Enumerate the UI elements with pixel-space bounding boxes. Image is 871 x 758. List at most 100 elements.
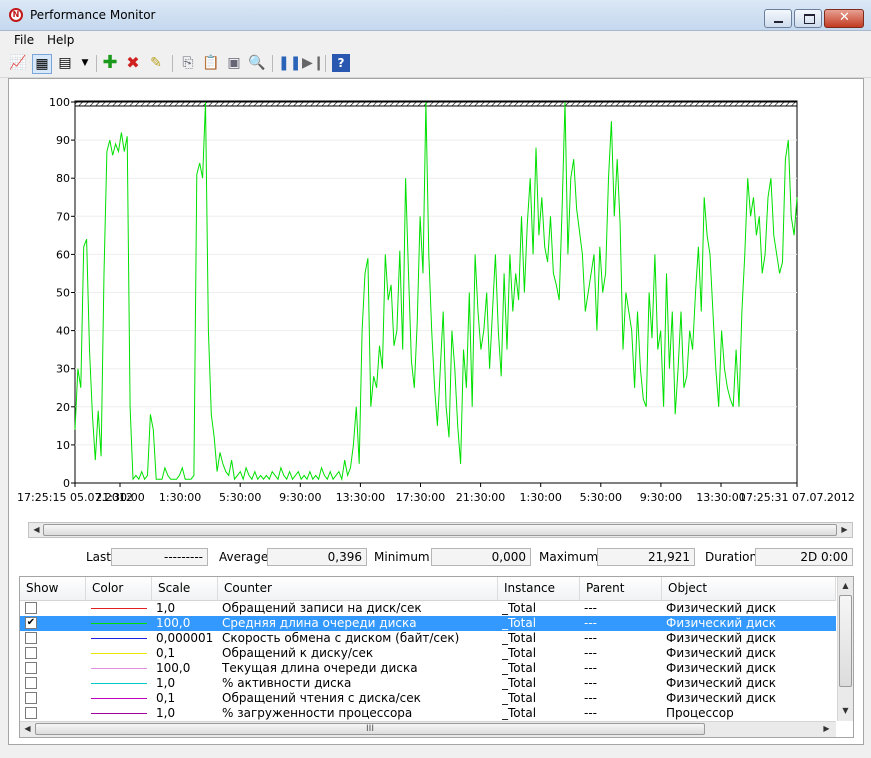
x-tick-label: 21:30:00: [456, 491, 505, 504]
stat-last-value: ---------: [111, 548, 208, 566]
time-scrollbar[interactable]: ◀ ▶: [28, 522, 853, 538]
table-row[interactable]: 0,000001 Скорость обмена с диском (байт/с…: [20, 631, 836, 646]
table-vertical-scrollbar[interactable]: ▲ ▼: [837, 577, 853, 721]
scroll-up-icon[interactable]: ▲: [839, 580, 852, 592]
table-row[interactable]: ✔ 100,0 Средняя длина очереди диска _Total -…: [20, 616, 836, 631]
menu-help[interactable]: Help: [47, 33, 74, 47]
menu-file[interactable]: File: [14, 33, 34, 47]
y-tick-label: 40: [56, 325, 70, 338]
paste-counter-list-icon[interactable]: 📋: [202, 54, 220, 72]
column-object[interactable]: Object: [662, 577, 836, 600]
table-scroll-left-icon[interactable]: ◀: [21, 723, 34, 735]
close-button[interactable]: ✕: [824, 9, 864, 28]
parent-cell: ---: [584, 631, 597, 645]
counter-cell: Средняя длина очереди диска: [222, 616, 417, 630]
y-tick-label: 30: [56, 363, 70, 376]
column-instance[interactable]: Instance: [498, 577, 580, 600]
instance-cell: _Total: [502, 616, 537, 630]
counter-cell: Текущая длина очереди диска: [222, 661, 418, 675]
maximize-button[interactable]: [794, 9, 822, 28]
update-data-icon[interactable]: ▶❙: [302, 54, 325, 72]
stat-average-label: Average: [219, 550, 269, 564]
parent-cell: ---: [584, 646, 597, 660]
scroll-right-icon[interactable]: ▶: [838, 524, 851, 536]
color-swatch: [91, 653, 147, 654]
scale-cell: 100,0: [156, 616, 191, 630]
table-row[interactable]: 1,0 % активности диска _Total --- Физический…: [20, 676, 836, 691]
parent-cell: ---: [584, 676, 597, 690]
table-horizontal-scrollbar[interactable]: ◀ III ▶: [20, 721, 836, 737]
scroll-left-icon[interactable]: ◀: [30, 524, 43, 536]
scroll-down-icon[interactable]: ▼: [839, 705, 852, 717]
view-graph-icon[interactable]: 📈: [9, 54, 27, 72]
instance-cell: _Total: [502, 661, 537, 675]
object-cell: Физический диск: [666, 616, 776, 630]
y-tick-label: 50: [56, 287, 70, 300]
table-row[interactable]: 1,0 % загруженности процессора _Total --- Пр…: [20, 706, 836, 721]
show-checkbox[interactable]: [25, 692, 37, 704]
toolbar-separator: [96, 55, 97, 72]
show-checkbox[interactable]: [25, 602, 37, 614]
stat-minimum-value: 0,000: [431, 548, 531, 566]
x-tick-label: 5:30:00: [580, 491, 622, 504]
stat-duration-label: Duration: [705, 550, 758, 564]
y-tick-label: 90: [56, 134, 70, 147]
show-checkbox[interactable]: ✔: [25, 617, 37, 629]
object-cell: Физический диск: [666, 646, 776, 660]
instance-cell: _Total: [502, 601, 537, 615]
table-row[interactable]: 0,1 Обращений к диску/сек _Total --- Физичес…: [20, 646, 836, 661]
color-swatch: [91, 683, 147, 684]
table-row[interactable]: 100,0 Текущая длина очереди диска _Total --…: [20, 661, 836, 676]
view-histogram-icon[interactable]: ▦: [32, 54, 52, 74]
properties-icon[interactable]: ▣: [225, 54, 243, 72]
column-scale[interactable]: Scale: [152, 577, 218, 600]
x-tick-label: 17:30:00: [396, 491, 445, 504]
counter-cell: Обращений к диску/сек: [222, 646, 374, 660]
column-color[interactable]: Color: [86, 577, 152, 600]
instance-cell: _Total: [502, 691, 537, 705]
table-row[interactable]: 1,0 Обращений записи на диск/сек _Total ---…: [20, 601, 836, 616]
x-tick-label: 1:30:00: [159, 491, 201, 504]
scale-cell: 1,0: [156, 706, 176, 720]
view-report-icon[interactable]: ▤: [56, 54, 74, 72]
column-counter[interactable]: Counter: [218, 577, 498, 600]
table-hscroll-thumb[interactable]: III: [35, 723, 705, 735]
stat-maximum-value: 21,921: [597, 548, 695, 566]
table-scroll-right-icon[interactable]: ▶: [820, 723, 833, 735]
help-icon[interactable]: ?: [332, 54, 350, 72]
show-checkbox[interactable]: [25, 677, 37, 689]
delete-counter-icon[interactable]: ✖: [124, 54, 142, 72]
time-scrollbar-thumb[interactable]: [43, 524, 837, 536]
parent-cell: ---: [584, 661, 597, 675]
freeze-display-icon[interactable]: ❚❚: [278, 54, 301, 72]
menu-bar: File Help: [0, 31, 871, 50]
instance-cell: _Total: [502, 676, 537, 690]
copy-properties-icon[interactable]: ⎘: [179, 54, 197, 72]
add-counter-icon[interactable]: ✚: [101, 54, 119, 72]
counter-legend-table: Show Color Scale Counter Instance Parent…: [19, 576, 854, 738]
zoom-icon[interactable]: 🔍: [248, 54, 266, 72]
highlight-icon[interactable]: ✎: [147, 54, 165, 72]
column-show[interactable]: Show: [20, 577, 86, 600]
close-icon: ✕: [839, 10, 850, 25]
parent-cell: ---: [584, 616, 597, 630]
x-tick-label: 17:25:31 07.07.2012: [739, 491, 855, 504]
show-checkbox[interactable]: [25, 662, 37, 674]
column-parent[interactable]: Parent: [580, 577, 662, 600]
parent-cell: ---: [584, 706, 597, 720]
color-swatch: [91, 698, 147, 699]
line-chart[interactable]: 100908070605040302010017:25:15 05.07.201…: [9, 79, 863, 599]
counter-cell: Обращений записи на диск/сек: [222, 601, 422, 615]
minimize-button[interactable]: [764, 9, 792, 28]
show-checkbox[interactable]: [25, 707, 37, 719]
y-tick-label: 10: [56, 439, 70, 452]
x-tick-label: 9:30:00: [279, 491, 321, 504]
table-row[interactable]: 0,1 Обращений чтения с диска/сек _Total ---…: [20, 691, 836, 706]
table-vscroll-thumb[interactable]: [839, 595, 852, 687]
y-tick-label: 20: [56, 401, 70, 414]
object-cell: Физический диск: [666, 601, 776, 615]
show-checkbox[interactable]: [25, 632, 37, 644]
scale-cell: 0,000001: [156, 631, 214, 645]
change-graph-type-icon[interactable]: ▼: [76, 54, 94, 72]
show-checkbox[interactable]: [25, 647, 37, 659]
